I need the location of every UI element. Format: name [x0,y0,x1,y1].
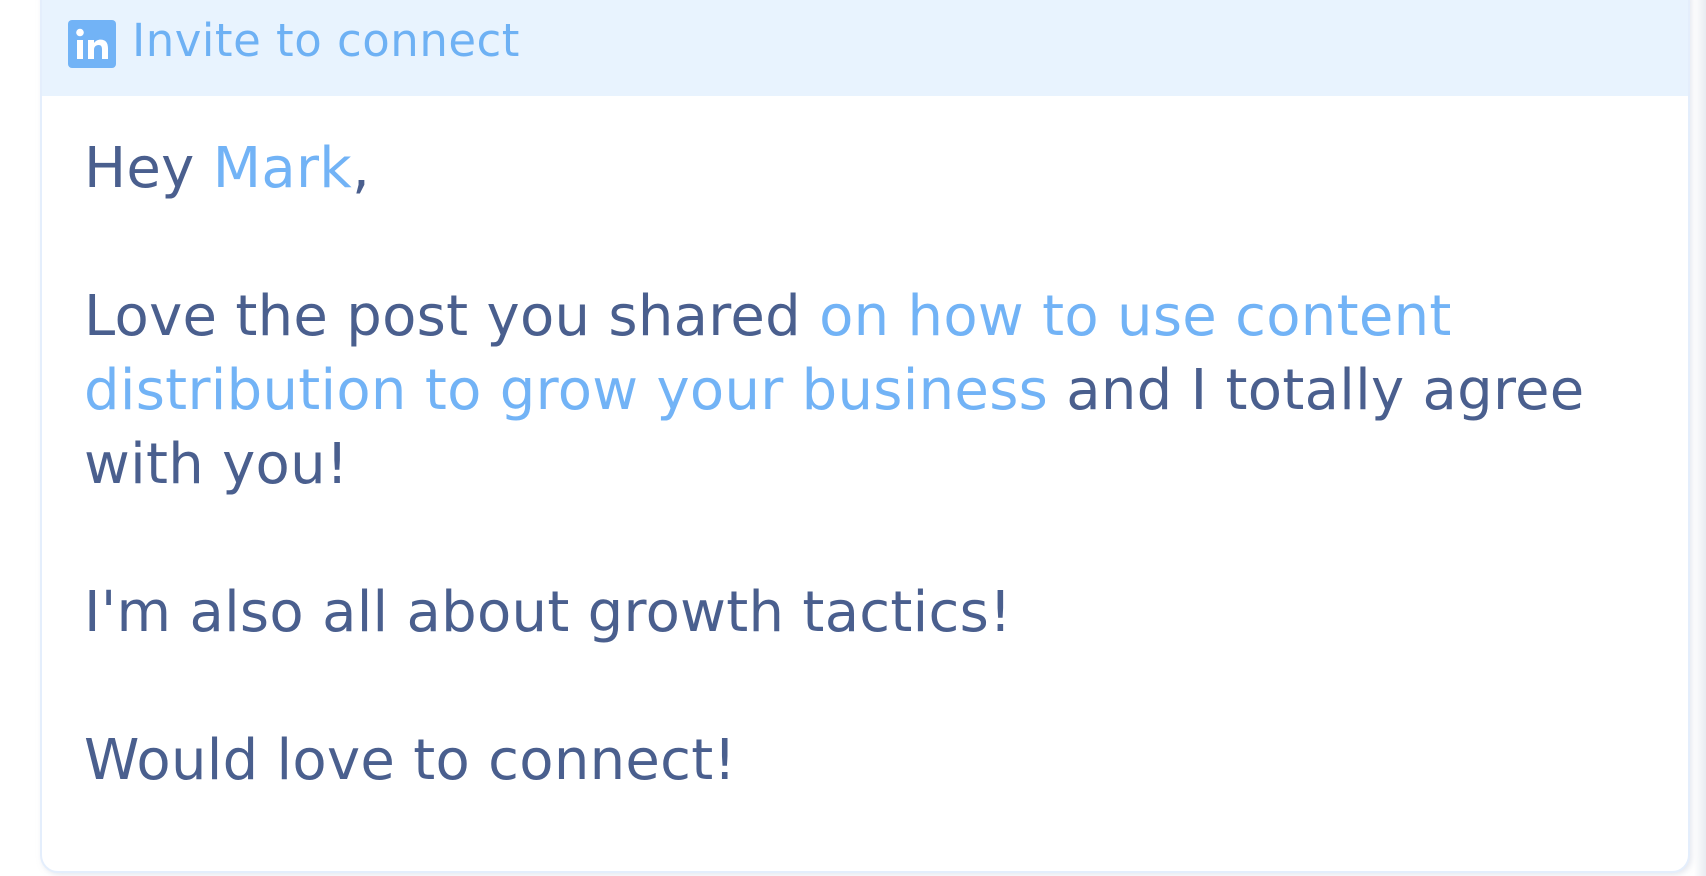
paragraph-text-start: Love the post you shared [84,284,820,349]
message-paragraph-closing: Would love to connect! [84,728,737,793]
greeting-line: Hey Mark, [84,132,1684,206]
greeting-prefix: Hey [84,136,213,201]
card-title: Invite to connect [132,14,520,67]
recipient-name: Mark [212,136,353,201]
linkedin-invite-card: Invite to connect Hey Mark, Love the pos… [40,0,1690,873]
message-paragraph-growth: I'm also all about growth tactics! [84,580,1012,645]
linkedin-icon [68,20,116,68]
message-body: Hey Mark, Love the post you shared on ho… [84,132,1684,798]
card-header: Invite to connect [42,0,1688,96]
message-paragraph-post: Love the post you shared on how to use c… [84,280,1684,502]
greeting-suffix: , [352,136,371,201]
page-edge-shadow [1694,0,1706,876]
